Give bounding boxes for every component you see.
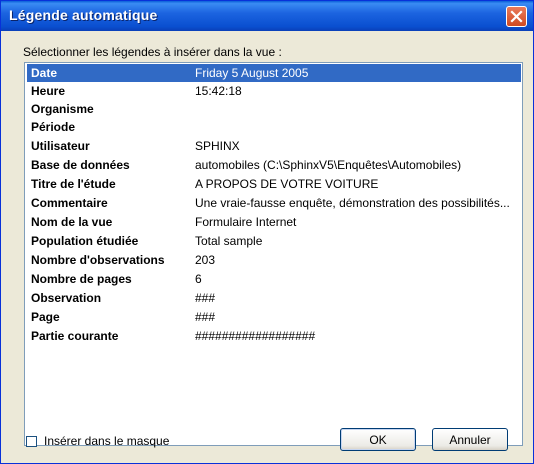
list-item-commentaire[interactable]: Commentaire Une vraie-fausse enquête, dé… [27, 194, 521, 212]
item-label: Titre de l'étude [31, 177, 116, 191]
ok-button[interactable]: OK [340, 428, 416, 451]
checkbox-box[interactable] [26, 435, 37, 447]
item-value: Formulaire Internet [195, 215, 297, 229]
item-label: Date [31, 66, 58, 80]
item-label: Période [31, 120, 76, 134]
item-value: Une vraie-fausse enquête, démonstration … [195, 196, 510, 210]
checkbox-label: Insérer dans le masque [44, 434, 170, 448]
item-label: Partie courante [31, 329, 119, 343]
item-value: SPHINX [195, 139, 240, 153]
item-label: Nombre de pages [31, 272, 132, 286]
list-item-titre-etude[interactable]: Titre de l'étude A PROPOS DE VOTRE VOITU… [27, 175, 521, 193]
list-item-organisme[interactable]: Organisme [27, 100, 521, 118]
title-bar[interactable]: Légende automatique [1, 1, 533, 31]
item-label: Utilisateur [31, 139, 90, 153]
item-value: 203 [195, 253, 216, 267]
list-item-heure[interactable]: Heure 15:42:18 [27, 82, 521, 100]
list-item-base-de-donnees[interactable]: Base de données automobiles (C:\SphinxV5… [27, 156, 521, 174]
item-value: automobiles (C:\SphinxV5\Enquêtes\Automo… [195, 158, 462, 172]
item-label: Organisme [31, 102, 94, 116]
item-value: A PROPOS DE VOTRE VOITURE [195, 177, 379, 191]
item-label: Nom de la vue [31, 215, 113, 229]
item-label: Population étudiée [31, 234, 139, 248]
list-item-population[interactable]: Population étudiée Total sample [27, 232, 521, 250]
dialog-body: Sélectionner les légendes à insérer dans… [1, 31, 533, 463]
close-button[interactable] [506, 6, 527, 27]
window-title: Légende automatique [9, 7, 158, 23]
item-value: Total sample [195, 234, 263, 248]
list-item-page[interactable]: Page ### [27, 308, 521, 326]
item-value: 6 [195, 272, 202, 286]
item-value: 15:42:18 [195, 84, 242, 98]
list-item-nombre-pages[interactable]: Nombre de pages 6 [27, 270, 521, 288]
item-value: ### [195, 291, 216, 305]
item-label: Commentaire [31, 196, 108, 210]
list-item-utilisateur[interactable]: Utilisateur SPHINX [27, 137, 521, 155]
item-value: Friday 5 August 2005 [195, 66, 309, 80]
item-value: ################## [195, 329, 316, 343]
list-item-nom-de-la-vue[interactable]: Nom de la vue Formulaire Internet [27, 213, 521, 231]
insert-in-mask-checkbox[interactable]: Insérer dans le masque [26, 434, 169, 448]
item-label: Base de données [31, 158, 130, 172]
item-label: Page [31, 310, 60, 324]
list-item-observation[interactable]: Observation ### [27, 289, 521, 307]
cancel-button[interactable]: Annuler [432, 428, 508, 451]
prompt-label: Sélectionner les légendes à insérer dans… [23, 45, 282, 59]
item-value: ### [195, 310, 216, 324]
item-label: Observation [31, 291, 102, 305]
item-label: Nombre d'observations [31, 253, 165, 267]
legend-listbox[interactable]: Date Friday 5 August 2005 Heure 15:42:18… [24, 62, 523, 446]
list-item-periode[interactable]: Période [27, 118, 521, 136]
list-item-partie-courante[interactable]: Partie courante ################## [27, 327, 521, 345]
list-item-date[interactable]: Date Friday 5 August 2005 [27, 64, 521, 82]
list-item-nombre-observations[interactable]: Nombre d'observations 203 [27, 251, 521, 269]
close-icon [510, 10, 523, 23]
item-label: Heure [31, 84, 66, 98]
dialog-window: Légende automatique Sélectionner les lég… [0, 0, 534, 464]
